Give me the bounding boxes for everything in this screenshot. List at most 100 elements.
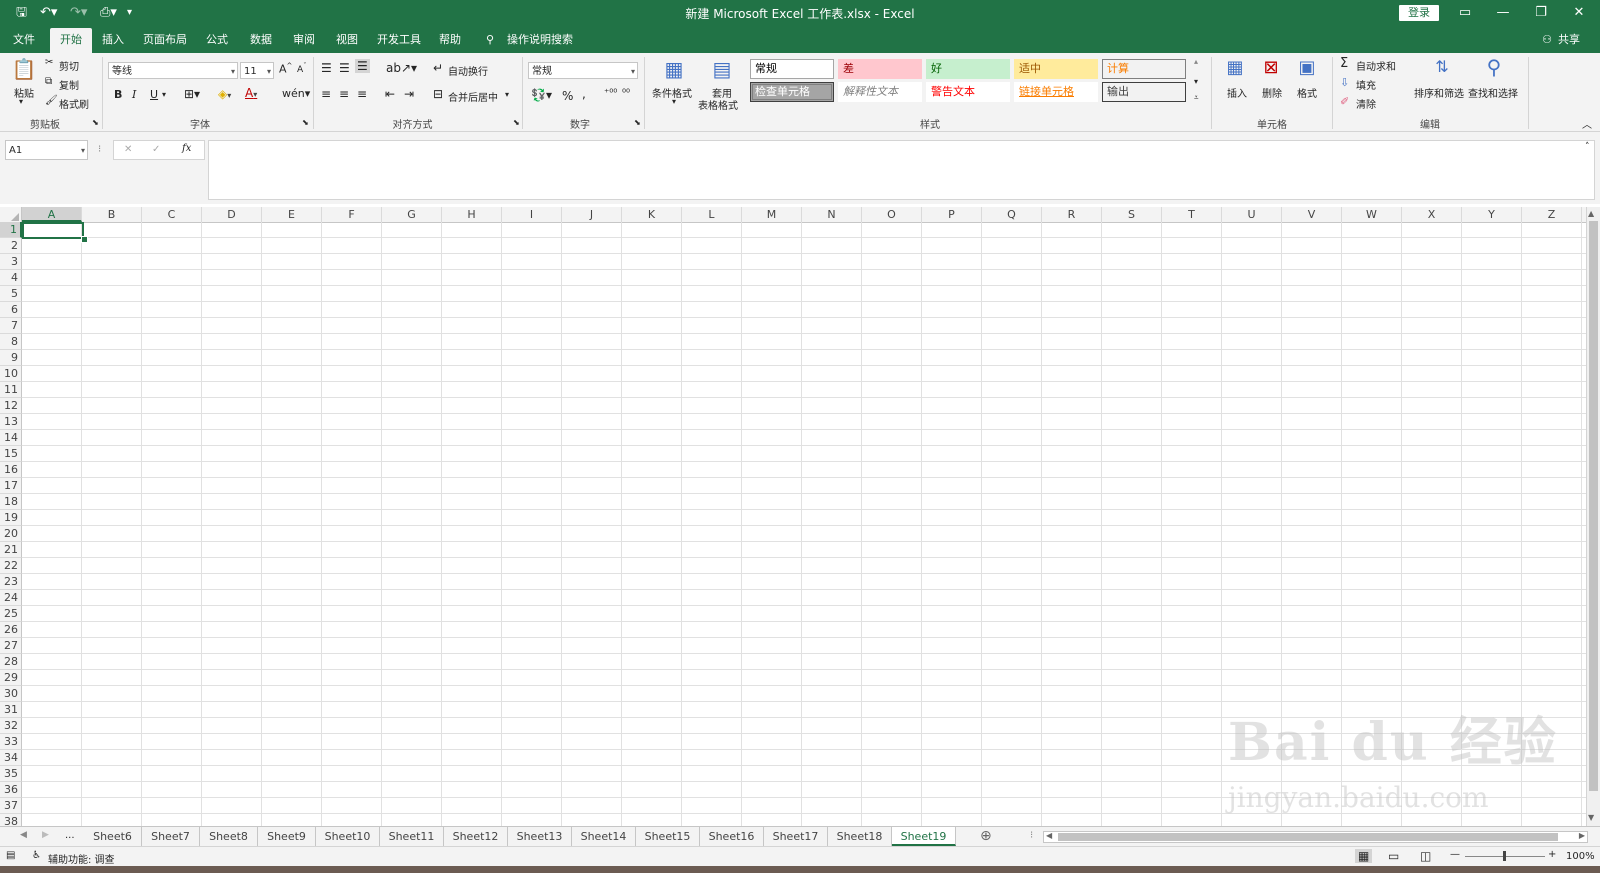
row-header[interactable]: 13 [0,414,22,430]
column-header[interactable]: F [322,207,382,222]
number-format-select[interactable]: 常规 ▾ [528,62,638,79]
row-header[interactable]: 2 [0,238,22,254]
row-header[interactable]: 7 [0,318,22,334]
sort-filter-button[interactable]: 排序和筛选 [1414,85,1464,100]
sheet-tab[interactable]: Sheet18 [828,827,892,846]
row-header[interactable]: 6 [0,302,22,318]
share-button[interactable]: 共享 [1555,26,1583,53]
row-header[interactable]: 32 [0,718,22,734]
format-painter-button[interactable]: 格式刷 [59,96,89,111]
insert-cells-icon[interactable]: ▦ [1222,57,1248,83]
merge-center-icon[interactable]: ⊟ [433,87,443,101]
cut-button[interactable]: 剪切 [59,58,79,73]
merge-center-button[interactable]: 合并后居中 [448,89,498,104]
fill-color-icon[interactable]: ◈▾ [218,87,231,101]
format-as-table-line2[interactable]: 表格格式 [698,97,738,112]
sheet-tab[interactable]: Sheet13 [508,827,572,846]
copy-icon[interactable]: ⧉ [45,76,52,87]
wrap-text-icon[interactable]: ↵ [433,61,443,75]
fill-icon[interactable]: ⇩ [1340,76,1349,89]
row-header[interactable]: 30 [0,686,22,702]
sheet-tab[interactable]: Sheet17 [764,827,828,846]
tab-help[interactable]: 帮助 [433,26,467,53]
chevron-down-icon[interactable]: ▾ [505,90,509,99]
row-header[interactable]: 18 [0,494,22,510]
cell-style-option[interactable]: 解释性文本 [838,82,922,102]
column-header[interactable]: T [1162,207,1222,222]
scroll-tabs-left-icon[interactable]: ◀ [20,830,27,840]
cell-style-option[interactable]: 差 [838,59,922,79]
align-right-icon[interactable]: ≡ [357,87,367,101]
login-button[interactable]: 登录 [1399,5,1439,21]
column-header[interactable]: Q [982,207,1042,222]
percent-button[interactable]: % [562,89,573,103]
sheet-tab[interactable]: Sheet15 [636,827,700,846]
underline-button[interactable]: U [150,88,158,101]
zoom-out-icon[interactable]: — [1450,849,1460,860]
sheet-tab[interactable]: Sheet10 [316,827,380,846]
tell-me-search[interactable]: 操作说明搜索 [504,26,576,53]
find-select-icon[interactable]: ⚲ [1480,55,1508,83]
cell-style-option[interactable]: 适中 [1014,59,1098,79]
cut-icon[interactable]: ✂ [45,57,53,68]
font-color-icon[interactable]: A▾ [245,86,257,100]
restore-button[interactable]: ❐ [1522,0,1560,26]
tab-home[interactable]: 开始 [50,28,92,53]
delete-cells-button[interactable]: 删除 [1262,85,1282,100]
minimize-button[interactable]: — [1484,0,1522,26]
column-header[interactable]: D [202,207,262,222]
row-header[interactable]: 16 [0,462,22,478]
horizontal-scroll-thumb[interactable] [1058,833,1558,841]
autosum-icon[interactable]: Σ [1340,56,1348,71]
normal-view-icon[interactable]: ▦ [1355,849,1373,863]
gallery-up-icon[interactable]: ▴ [1194,57,1198,66]
tab-insert[interactable]: 插入 [96,26,130,53]
alignment-launcher-icon[interactable]: ⬊ [513,118,520,127]
column-header[interactable]: Y [1462,207,1522,222]
row-header[interactable]: 36 [0,782,22,798]
row-header[interactable]: 15 [0,446,22,462]
font-size-select[interactable]: 11 ▾ [240,62,274,79]
zoom-in-icon[interactable]: + [1548,849,1556,860]
fill-handle[interactable] [81,236,88,243]
wrap-text-button[interactable]: 自动换行 [448,63,488,78]
cell-style-option[interactable]: 输出 [1102,82,1186,102]
column-header[interactable]: M [742,207,802,222]
grow-font-icon[interactable]: A^ [279,62,292,76]
tab-review[interactable]: 审阅 [287,26,321,53]
sheet-tab[interactable]: Sheet9 [258,827,316,846]
italic-button[interactable]: I [132,88,136,101]
cell-style-option[interactable]: 常规 [750,59,834,79]
sheet-tab[interactable]: Sheet14 [572,827,636,846]
tab-split-grip-icon[interactable]: ⁝ [1030,830,1033,841]
row-header[interactable]: 35 [0,766,22,782]
align-top-icon[interactable]: ☰ [321,61,332,75]
paste-icon[interactable]: 📋 [10,57,38,81]
row-header[interactable]: 9 [0,350,22,366]
decrease-decimal-icon[interactable]: ⁰⁰ [622,88,630,99]
sheet-tab[interactable]: Sheet19 [892,827,956,846]
new-sheet-icon[interactable]: ⊕ [980,828,992,844]
borders-icon[interactable]: ⊞▾ [184,87,200,101]
increase-decimal-icon[interactable]: ⁺⁰⁰ [604,88,617,99]
row-header[interactable]: 22 [0,558,22,574]
macro-record-icon[interactable]: ▤ [6,850,15,861]
row-header[interactable]: 27 [0,638,22,654]
format-as-table-icon[interactable]: ▤ [708,57,736,83]
insert-cells-button[interactable]: 插入 [1227,85,1247,100]
format-cells-icon[interactable]: ▣ [1294,57,1320,83]
row-header[interactable]: 21 [0,542,22,558]
row-header[interactable]: 17 [0,478,22,494]
cell-style-option[interactable]: 链接单元格 [1014,82,1098,102]
scroll-left-icon[interactable]: ◀ [1046,831,1052,840]
chevron-down-icon[interactable]: ▾ [162,90,166,99]
column-header[interactable]: E [262,207,322,222]
sheet-tab[interactable]: Sheet16 [700,827,764,846]
cell-style-option[interactable]: 好 [926,59,1010,79]
tab-data[interactable]: 数据 [244,26,278,53]
find-select-button[interactable]: 查找和选择 [1468,85,1518,100]
copy-button[interactable]: 复制 [59,77,79,92]
clear-button[interactable]: 清除 [1356,96,1376,111]
column-header[interactable]: L [682,207,742,222]
autosum-button[interactable]: 自动求和 [1356,58,1396,73]
